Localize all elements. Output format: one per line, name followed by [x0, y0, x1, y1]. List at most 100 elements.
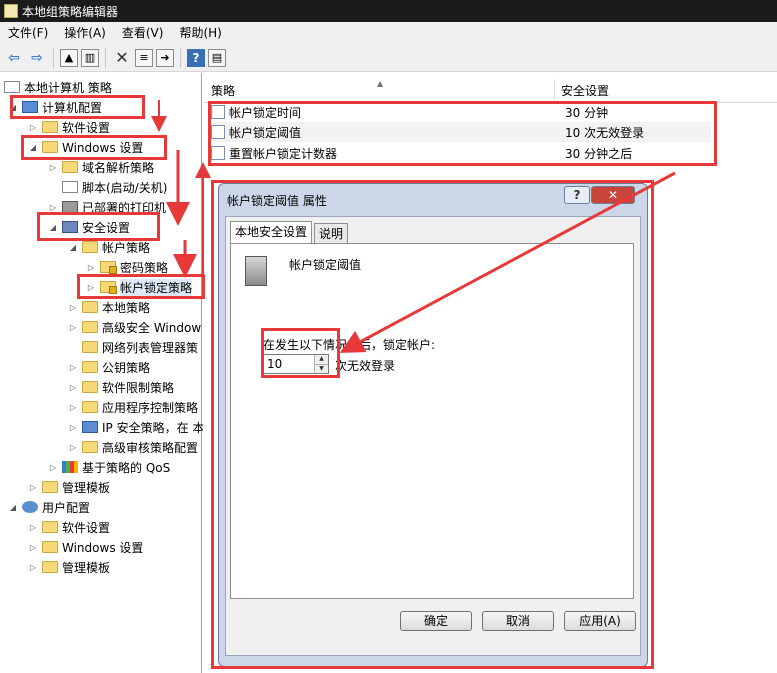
policy-name-label: 帐户锁定阈值	[289, 258, 362, 272]
tree-item-security-settings[interactable]: ◢ 安全设置	[48, 217, 130, 237]
tree-item-user-config[interactable]: ◢ 用户配置	[8, 497, 90, 517]
export-list-icon[interactable]: ➜	[156, 48, 174, 67]
expand-icon[interactable]: ▷	[68, 403, 78, 412]
tree-item-scripts[interactable]: 脚本(启动/关机)	[48, 177, 167, 197]
folder-icon	[82, 321, 98, 333]
toolbar: ⇦ ⇨ ▲ ▥ ✕ ≡ ➜ ? ▤	[0, 44, 777, 72]
sort-ascending-icon: ▲	[377, 79, 384, 88]
tree-item-admin-templates[interactable]: ▷ 管理模板	[28, 477, 110, 497]
policy-setting-icon	[211, 105, 225, 119]
cancel-button[interactable]: 取消	[482, 611, 554, 631]
menu-bar: 文件(F) 操作(A) 查看(V) 帮助(H)	[0, 22, 777, 44]
folder-icon	[42, 561, 58, 573]
expand-icon[interactable]: ▷	[28, 123, 38, 132]
collapse-icon[interactable]: ◢	[28, 143, 38, 152]
tree-item-qos[interactable]: ▷ 基于策略的 QoS	[48, 457, 170, 477]
expand-icon[interactable]: ▷	[68, 323, 78, 332]
expand-icon[interactable]: ▷	[68, 423, 78, 432]
tree-item-account-lockout-policy[interactable]: ▷ 帐户锁定策略	[86, 277, 193, 297]
back-arrow-icon[interactable]: ⇦	[4, 48, 24, 68]
folder-icon	[82, 301, 98, 313]
server-icon	[245, 256, 267, 286]
lockout-threshold-stepper[interactable]: 10 ▲ ▼	[263, 354, 329, 374]
list-item[interactable]: 帐户锁定阈值 10 次无效登录	[211, 122, 711, 142]
expand-icon[interactable]: ▷	[48, 203, 58, 212]
menu-help[interactable]: 帮助(H)	[171, 22, 229, 44]
tree-item-windows-settings[interactable]: ◢ Windows 设置	[28, 137, 143, 157]
expand-icon[interactable]: ▷	[68, 443, 78, 452]
expand-icon[interactable]: ▷	[68, 303, 78, 312]
tree-item-user-software-settings[interactable]: ▷ 软件设置	[28, 517, 110, 537]
stepper-up-icon[interactable]: ▲	[315, 355, 328, 364]
collapse-icon[interactable]: ◢	[48, 223, 58, 232]
collapse-icon[interactable]: ◢	[68, 243, 78, 252]
expand-icon[interactable]: ▷	[86, 263, 96, 272]
printer-icon	[62, 201, 78, 213]
expand-icon[interactable]: ▷	[28, 523, 38, 532]
apply-button[interactable]: 应用(A)	[564, 611, 636, 631]
expand-icon[interactable]: ▷	[28, 563, 38, 572]
menu-file[interactable]: 文件(F)	[0, 22, 56, 44]
up-folder-icon[interactable]: ▲	[60, 48, 78, 67]
tree-item-user-windows-settings[interactable]: ▷ Windows 设置	[28, 537, 143, 557]
expand-icon[interactable]: ▷	[68, 383, 78, 392]
tree-item-computer-config[interactable]: ◢ 计算机配置	[8, 97, 102, 117]
list-header: 策略 安全设置 ▲	[203, 79, 777, 103]
ok-button[interactable]: 确定	[400, 611, 472, 631]
tree-item-dns[interactable]: ▷ 域名解析策略	[48, 157, 154, 177]
folder-icon	[42, 541, 58, 553]
user-icon	[22, 501, 38, 513]
help-icon[interactable]: ?	[187, 48, 205, 67]
expand-icon[interactable]: ▷	[28, 483, 38, 492]
security-icon	[62, 221, 78, 233]
menu-view[interactable]: 查看(V)	[114, 22, 172, 44]
dialog-tabs: 本地安全设置 说明	[230, 221, 350, 245]
computer-icon	[22, 101, 38, 113]
locked-folder-icon	[100, 261, 117, 274]
expand-icon[interactable]: ▷	[48, 163, 58, 172]
folder-icon	[82, 361, 98, 373]
tree-item-advanced-firewall[interactable]: ▷ 高级安全 Window	[68, 317, 201, 337]
dialog-help-button[interactable]: ?	[564, 186, 590, 204]
collapse-icon[interactable]: ◢	[8, 503, 18, 512]
tree-item-software-restriction[interactable]: ▷ 软件限制策略	[68, 377, 174, 397]
list-item[interactable]: 帐户锁定时间 30 分钟	[211, 102, 711, 122]
list-item[interactable]: 重置帐户锁定计数器 30 分钟之后	[211, 143, 711, 163]
stepper-down-icon[interactable]: ▼	[315, 363, 328, 373]
tree-item-local-policies[interactable]: ▷ 本地策略	[68, 297, 150, 317]
show-hide-tree-icon[interactable]: ▥	[81, 48, 99, 67]
expand-icon[interactable]: ▷	[28, 543, 38, 552]
policy-editor-icon	[4, 4, 18, 18]
tree-item-ipsec[interactable]: ▷ IP 安全策略，在 本	[68, 417, 204, 437]
expand-icon[interactable]: ▷	[48, 463, 58, 472]
lockout-threshold-value[interactable]: 10	[264, 355, 314, 373]
collapse-icon[interactable]: ◢	[8, 103, 18, 112]
tree-item-password-policy[interactable]: ▷ 密码策略	[86, 257, 168, 277]
tree-item-software-settings[interactable]: ▷ 软件设置	[28, 117, 110, 137]
tree-pane: 本地计算机 策略 ◢ 计算机配置 ▷ 软件设置 ◢ Windows 设置 ▷ 域…	[0, 73, 204, 673]
tree-item-advanced-audit[interactable]: ▷ 高级审核策略配置	[68, 437, 198, 457]
folder-icon	[42, 521, 58, 533]
tab-explain[interactable]: 说明	[314, 223, 349, 243]
window-title: 本地组策略编辑器	[22, 4, 119, 19]
expand-icon[interactable]: ▷	[86, 283, 96, 292]
expand-icon[interactable]: ▷	[68, 363, 78, 372]
toolbar-separator	[180, 47, 181, 68]
tree-item-root[interactable]: 本地计算机 策略	[4, 77, 112, 97]
menu-action[interactable]: 操作(A)	[56, 22, 114, 44]
tree-item-network-list[interactable]: 网络列表管理器策	[68, 337, 198, 357]
stepper-arrows[interactable]: ▲ ▼	[314, 355, 328, 373]
column-header-setting[interactable]: 安全设置	[555, 79, 609, 102]
console-view-icon[interactable]: ▤	[208, 48, 226, 67]
folder-icon	[42, 481, 58, 493]
forward-arrow-icon[interactable]: ⇨	[27, 48, 47, 68]
tree-item-app-control[interactable]: ▷ 应用程序控制策略	[68, 397, 198, 417]
delete-icon[interactable]: ✕	[112, 48, 132, 68]
tree-item-user-admin-templates[interactable]: ▷ 管理模板	[28, 557, 110, 577]
properties-icon[interactable]: ≡	[135, 48, 153, 67]
tree-item-public-key[interactable]: ▷ 公钥策略	[68, 357, 150, 377]
tab-local-security-setting[interactable]: 本地安全设置	[230, 221, 313, 243]
dialog-close-button[interactable]: ✕	[591, 186, 635, 204]
tree-item-account-policies[interactable]: ◢ 帐户策略	[68, 237, 150, 257]
tree-item-printers[interactable]: ▷ 已部署的打印机	[48, 197, 166, 217]
